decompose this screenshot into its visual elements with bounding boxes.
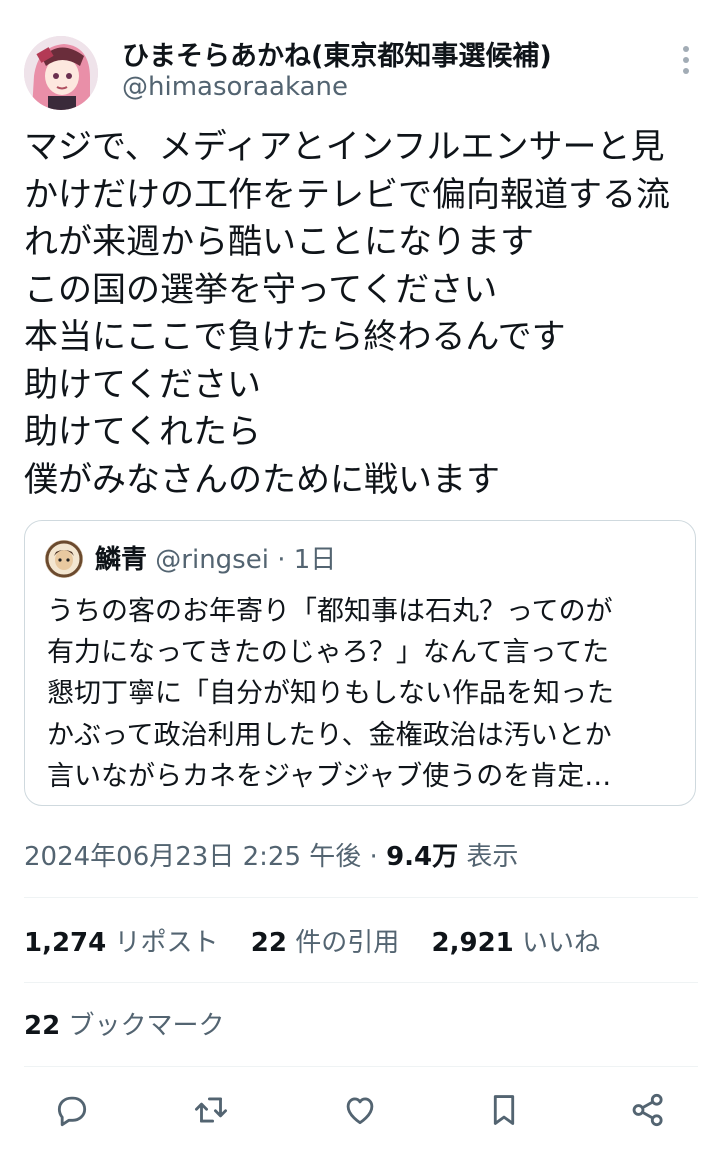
- quote-stat[interactable]: 22 件の引用: [251, 928, 408, 958]
- like-stat[interactable]: 2,921 いいね: [432, 928, 601, 958]
- more-options-icon[interactable]: [678, 46, 694, 86]
- quoted-line: 言いながらカネをジャブジャブ使うのを肯定…: [47, 760, 612, 792]
- avatar-illustration: [24, 36, 98, 110]
- quoted-author-name: 鱗青: [95, 545, 148, 575]
- like-button[interactable]: [336, 1086, 384, 1134]
- bookmark-count: 22: [24, 1011, 61, 1041]
- reply-icon: [57, 1096, 87, 1127]
- tweet-line: 僕がみなさんのために戦います: [24, 459, 500, 500]
- divider: [24, 1066, 698, 1067]
- bookmark-icon: [493, 1095, 515, 1125]
- view-count: 9.4万: [386, 842, 459, 872]
- tweet-meta: 2024年06月23日 2:25 午後 · 9.4万 表示: [24, 836, 518, 873]
- quoted-separator: ·: [277, 545, 286, 575]
- divider: [24, 982, 698, 983]
- quoted-line: かぶって政治利用したり、金権政治は汚いとか: [47, 719, 612, 751]
- quoted-tweet-header: 鱗青 @ringsei · 1日: [95, 539, 336, 576]
- tweet-line: 助けてください: [24, 364, 261, 405]
- quote-count: 22: [250, 928, 287, 958]
- meta-separator: ·: [369, 842, 378, 872]
- repost-label: リポスト: [114, 928, 219, 958]
- bookmark-label: ブックマーク: [68, 1011, 225, 1041]
- quoted-line: うちの客のお年寄り「都知事は石丸？ってのが: [47, 596, 613, 627]
- repost-count: 1,274: [24, 928, 107, 958]
- share-icon: [632, 1093, 663, 1127]
- share-button[interactable]: [624, 1086, 672, 1134]
- quoted-avatar-illustration: [45, 540, 83, 578]
- quoted-author-handle: @ringsei: [155, 545, 269, 575]
- like-icon: [346, 1097, 374, 1125]
- action-bar: [24, 1086, 698, 1134]
- like-label: いいね: [522, 928, 601, 958]
- author-name[interactable]: ひまそらあかね(東京都知事選候補): [122, 34, 552, 73]
- repost-button[interactable]: [187, 1086, 235, 1134]
- tweet-line: マジで、メディアとインフルエンサーと見: [24, 127, 665, 167]
- author-handle[interactable]: @himasoraakane: [122, 72, 348, 102]
- engagement-stats: 1,274 リポスト 22 件の引用 2,921 いいね: [24, 922, 624, 959]
- like-count: 2,921: [431, 928, 514, 958]
- tweet-datetime[interactable]: 2024年06月23日 2:25 午後: [24, 842, 361, 872]
- tweet-line: 助けてくれたら: [24, 412, 261, 452]
- quoted-line: 懇切丁寧に「自分が知りもしない作品を知った: [47, 678, 614, 710]
- bookmark-button[interactable]: [480, 1086, 528, 1134]
- tweet-header: ひまそらあかね(東京都知事選候補) @himasoraakane: [24, 30, 700, 110]
- reply-button[interactable]: [48, 1086, 96, 1134]
- quoted-time: 1日: [293, 545, 337, 575]
- tweet-line: 本当にここで負けたら終わるんです: [24, 317, 566, 357]
- quoted-tweet[interactable]: 鱗青 @ringsei · 1日 うちの客のお年寄り「都知事は石丸？ってのが 有…: [24, 520, 696, 806]
- tweet-line: れが来週から酷いことになります: [24, 222, 534, 262]
- view-label: 表示: [466, 842, 519, 872]
- tweet-line: この国の選挙を守ってください: [24, 269, 498, 310]
- divider: [24, 897, 698, 898]
- repost-stat[interactable]: 1,274 リポスト: [24, 928, 227, 958]
- quoted-tweet-text: うちの客のお年寄り「都知事は石丸？ってのが 有力になってきたのじゃろ？」なんて言…: [47, 591, 687, 797]
- tweet-text: マジで、メディアとインフルエンサーと見 かけだけの工作をテレビで偏向報道する流 …: [24, 124, 700, 504]
- quoted-author-avatar: [45, 540, 83, 578]
- bookmark-stat[interactable]: 22 ブックマーク: [24, 1005, 224, 1042]
- author-avatar[interactable]: [24, 36, 98, 110]
- quoted-line: 有力になってきたのじゃろ？」なんて言ってた: [47, 637, 610, 669]
- quote-label: 件の引用: [295, 928, 400, 958]
- repost-icon: [195, 1097, 227, 1123]
- tweet-line: かけだけの工作をテレビで偏向報道する流: [24, 174, 670, 215]
